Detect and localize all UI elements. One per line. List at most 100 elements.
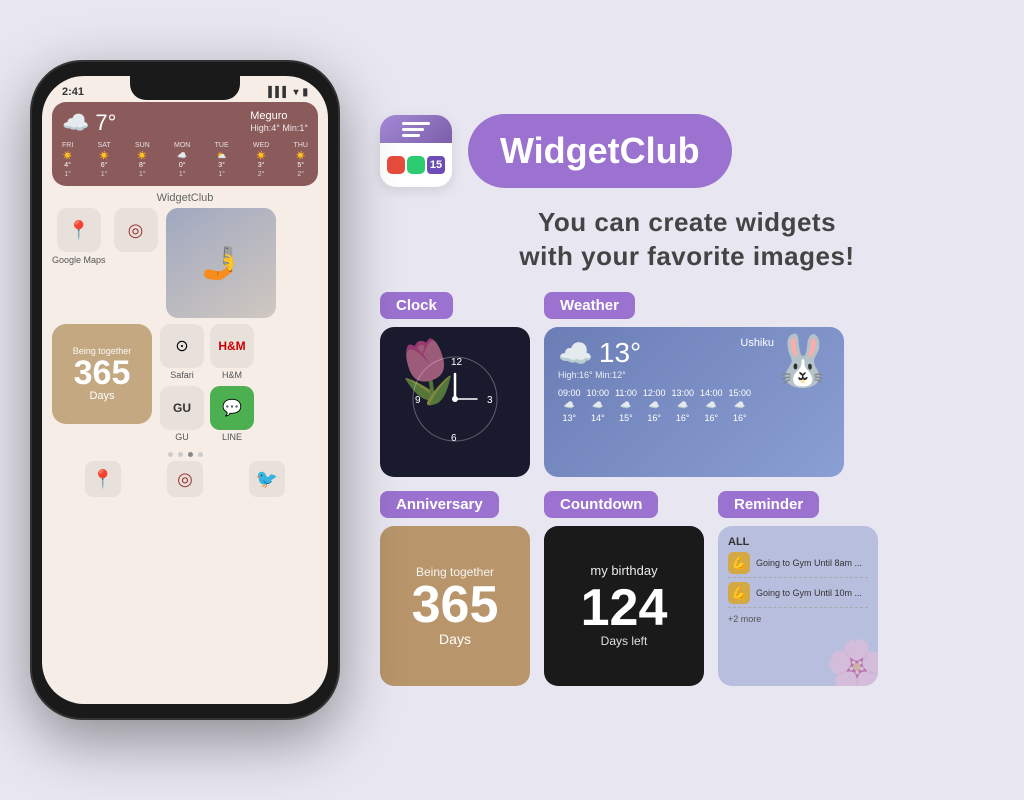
logo-dot-green [407, 156, 425, 174]
gu-wrapper: GU GU [160, 386, 204, 442]
forecast-sun: SUN ☀️ 8° 1° [135, 142, 150, 178]
maps-app-icon[interactable]: 📍 [57, 208, 101, 252]
bottom-icon-1[interactable]: 📍 [85, 461, 121, 497]
hour-1100: 11:00 ☁️ 15° [615, 388, 637, 423]
flowers-decoration: 🌸 [826, 637, 878, 686]
dot-1 [168, 452, 173, 457]
logo-top-bar [380, 115, 452, 143]
logo-line-3 [402, 134, 420, 137]
phone-weather-widget: ☁️ 7° Meguro High:4° Min:1° [52, 102, 318, 186]
wifi-icon: ▾ [293, 87, 298, 98]
cloud-hour-7: ☁️ [734, 400, 745, 411]
logo-bottom: 15 [380, 143, 452, 187]
widget-grid: Clock 🌷 12 3 6 9 [380, 292, 994, 686]
phone-widgetclub-label: WidgetClub [42, 192, 328, 204]
bunny-icon: 🐰 [772, 332, 834, 391]
logo-line-2 [402, 128, 424, 131]
gu-label: GU [175, 432, 189, 442]
hour-0900: 09:00 ☁️ 13° [558, 388, 581, 423]
right-panel: 15 WidgetClub You can create widgets wit… [380, 114, 994, 686]
svg-text:3: 3 [487, 395, 493, 406]
cloud-icon2: ☁️ [177, 151, 187, 160]
hour-1000: 10:00 ☁️ 14° [587, 388, 610, 423]
countdown-preview: my birthday 124 Days left [544, 526, 704, 686]
logo-lines [402, 122, 430, 137]
anniversary-category: Anniversary Being together 365 Days [380, 491, 530, 686]
dot-4 [198, 452, 203, 457]
header-row: 15 WidgetClub [380, 114, 994, 188]
reminder-category: Reminder ALL 💪 Going to Gym Until 8am ..… [718, 491, 878, 686]
reminder-item-1: 💪 Going to Gym Until 8am ... [728, 552, 868, 578]
svg-text:12: 12 [451, 357, 463, 368]
weather-label[interactable]: Weather [544, 292, 635, 319]
countdown-category: Countdown my birthday 124 Days left [544, 491, 704, 686]
svg-text:6: 6 [451, 433, 457, 444]
clock-svg: 12 3 6 9 [405, 349, 505, 449]
clock-face: 12 3 6 9 [405, 349, 505, 454]
reminder-icon-2: 💪 [728, 582, 750, 604]
google-maps-icon: 📍 Google Maps [52, 208, 106, 318]
svg-text:9: 9 [415, 395, 421, 406]
app-title: WidgetClub [500, 130, 700, 171]
sun-icon2: ☀️ [99, 151, 109, 160]
gu-icon[interactable]: GU [160, 386, 204, 430]
phone-bottom-bar: 📍 ◎ 🐦 [42, 461, 328, 497]
weather-hours-row: 09:00 ☁️ 13° 10:00 ☁️ 14° 11:00 [558, 388, 830, 423]
maps-label: Google Maps [52, 255, 106, 265]
app2-app-icon[interactable]: ◎ [114, 208, 158, 252]
anniv-sub-text: Being together [73, 346, 132, 356]
weather-top: ☁️ 7° Meguro High:4° Min:1° [62, 110, 308, 136]
line-label: LINE [222, 432, 242, 442]
tagline-line2: with your favorite images! [380, 240, 994, 274]
sun-icon5: ☀️ [296, 151, 306, 160]
bottom-icon-2[interactable]: ◎ [167, 461, 203, 497]
weather-forecast-row: FRI ☀️ 4° 1° SAT ☀️ 6° 1° SUN [62, 142, 308, 178]
line-wrapper: 💬 LINE [210, 386, 254, 442]
logo-dot-red [387, 156, 405, 174]
countdown-sub: Days left [601, 634, 648, 648]
countdown-title: my birthday [590, 563, 657, 578]
forecast-thu: THU ☀️ 5° 2° [294, 142, 308, 178]
anniversary-label[interactable]: Anniversary [380, 491, 499, 518]
cloud-hour-1: ☁️ [564, 400, 575, 411]
reminder-label[interactable]: Reminder [718, 491, 819, 518]
weather-temp: 7° [95, 110, 116, 136]
reminder-preview: ALL 💪 Going to Gym Until 8am ... 💪 Going… [718, 526, 878, 686]
countdown-label[interactable]: Countdown [544, 491, 658, 518]
bottom-icon-3[interactable]: 🐦 [249, 461, 285, 497]
anniversary-preview: Being together 365 Days [380, 526, 530, 686]
status-time: 2:41 [62, 86, 84, 98]
safari-wrapper: ⊙ Safari [160, 324, 204, 380]
widget-row-1: Clock 🌷 12 3 6 9 [380, 292, 994, 477]
anniv-prev-num: 365 [412, 579, 499, 631]
hm-icon[interactable]: H&M [210, 324, 254, 368]
anniv-days: Days [89, 390, 114, 402]
forecast-sat: SAT ☀️ 6° 1° [98, 142, 111, 178]
clock-category: Clock 🌷 12 3 6 9 [380, 292, 530, 477]
main-container: 2:41 ▌▌▌ ▾ ▮ ☁️ 7° Meg [0, 0, 1024, 800]
phone-anniversary-widget: Being together 365 Days [52, 324, 152, 424]
status-icons: ▌▌▌ ▾ ▮ [268, 87, 308, 98]
app-title-bubble: WidgetClub [468, 114, 732, 188]
photo-widget: 🤳 [166, 208, 276, 318]
sun-icon4: ☀️ [256, 151, 266, 160]
safari-icon[interactable]: ⊙ [160, 324, 204, 368]
cloud-hour-3: ☁️ [620, 400, 631, 411]
weather-prev-location: Ushiku [740, 337, 774, 349]
hour-1400: 14:00 ☁️ 16° [700, 388, 723, 423]
clock-label[interactable]: Clock [380, 292, 453, 319]
small-icons-grid: ⊙ Safari H&M H&M GU GU [160, 324, 254, 442]
anniv-prev-days: Days [439, 631, 471, 647]
weather-location-group: Meguro High:4° Min:1° [250, 110, 308, 133]
line-icon[interactable]: 💬 [210, 386, 254, 430]
app-logo: 15 [380, 115, 452, 187]
logo-line-1 [402, 122, 430, 125]
anniv-prev-sub: Being together [416, 565, 494, 579]
small-icons-row1: ⊙ Safari H&M H&M [160, 324, 254, 380]
reminder-text-2: Going to Gym Until 10m ... [756, 588, 868, 598]
clock-preview: 🌷 12 3 6 9 [380, 327, 530, 477]
dot-3 [188, 452, 193, 457]
forecast-tue: TUE ⛅ 3° 1° [215, 142, 229, 178]
reminder-item-2: 💪 Going to Gym Until 10m ... [728, 582, 868, 608]
hour-1200: 12:00 ☁️ 16° [643, 388, 666, 423]
